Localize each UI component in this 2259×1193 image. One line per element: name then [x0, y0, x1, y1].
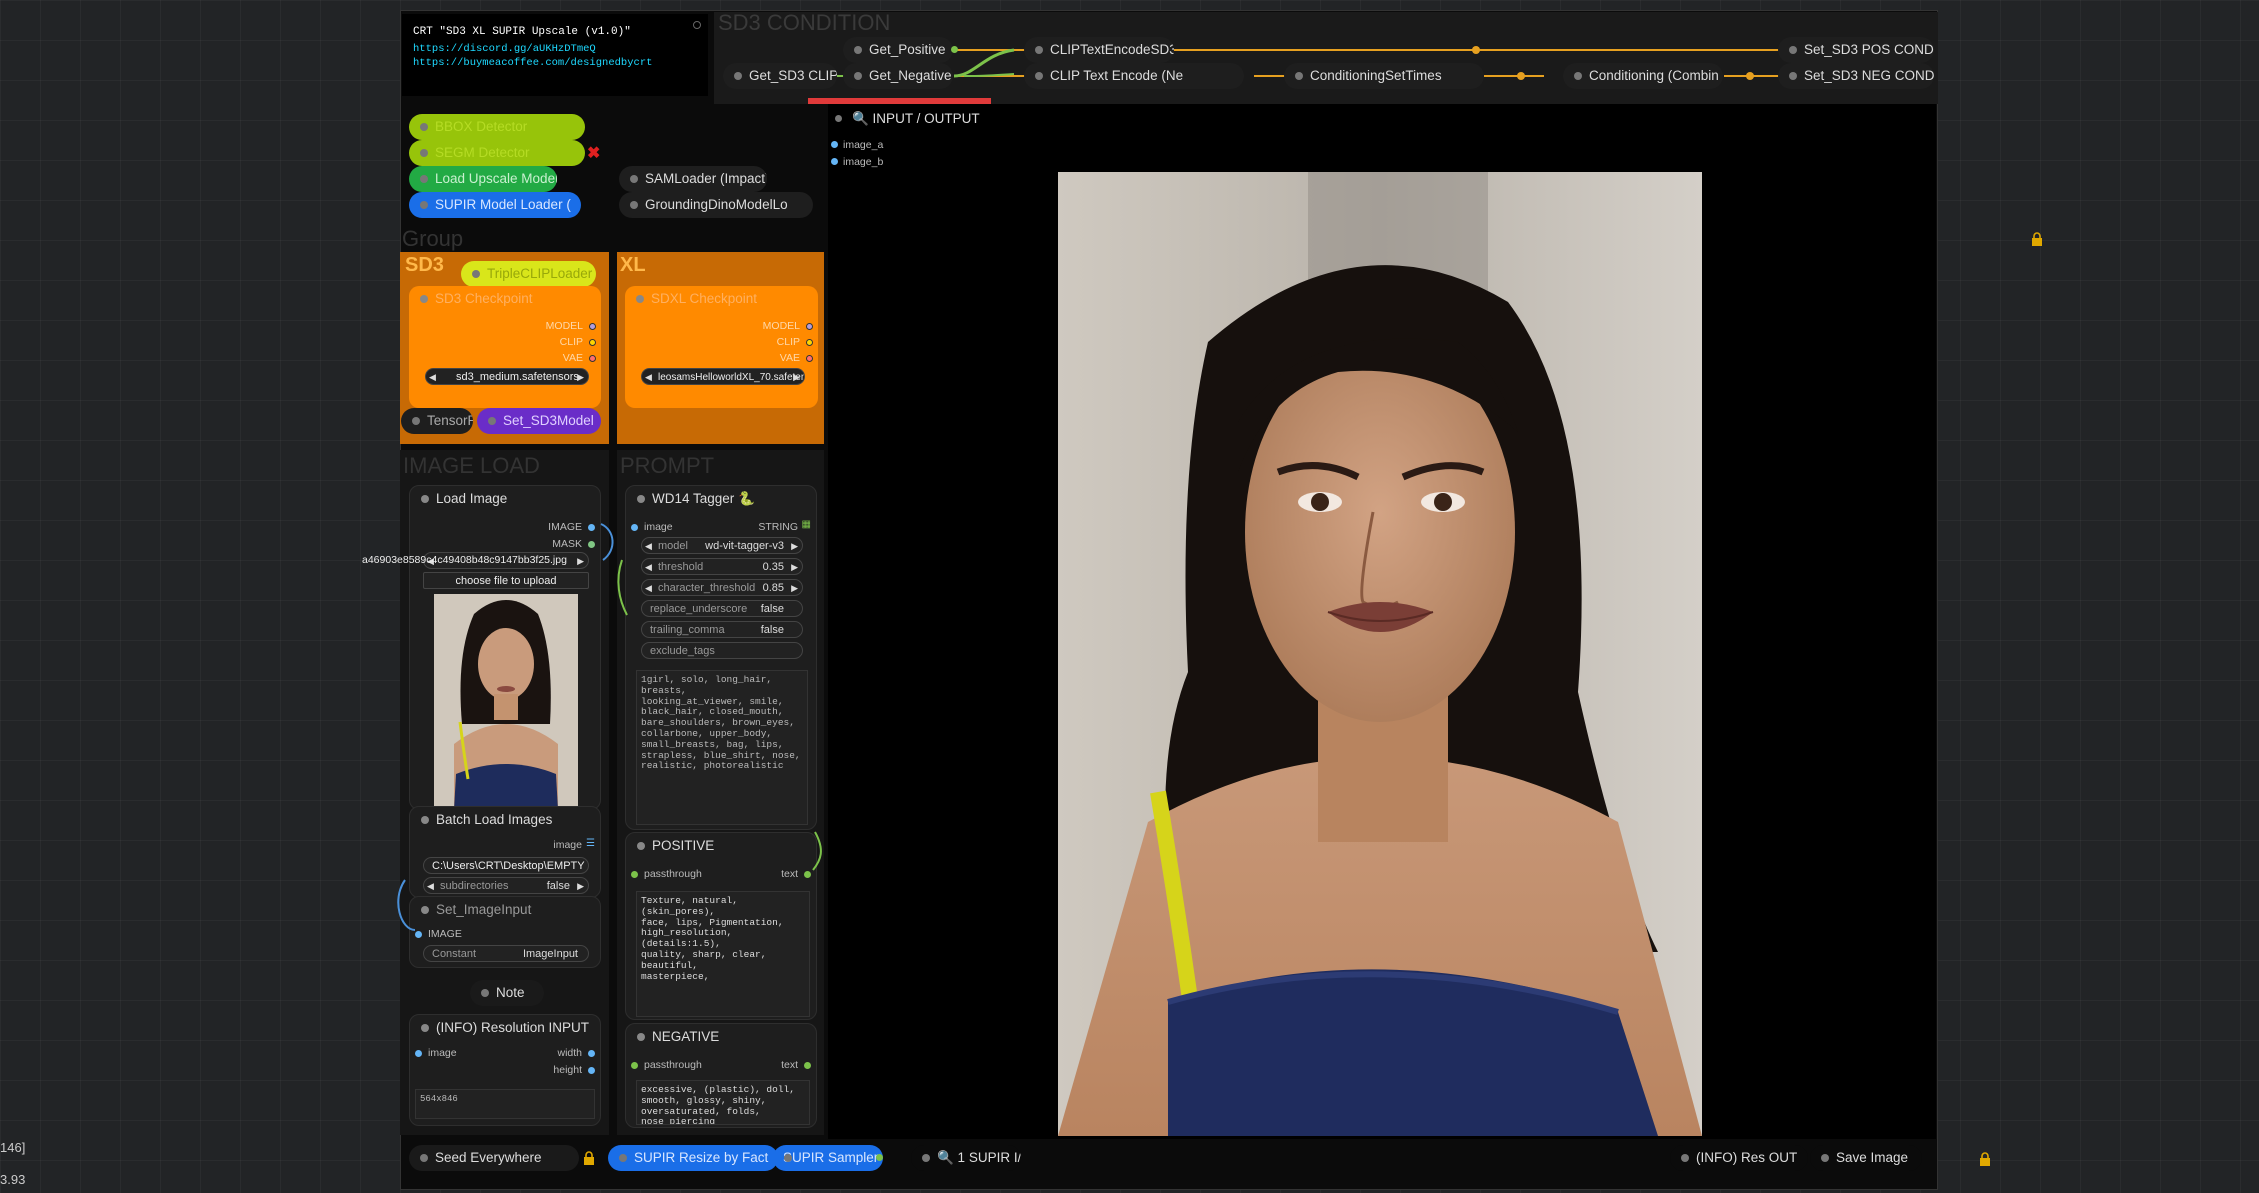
group-title: Group	[402, 226, 464, 251]
input-output-title: 🔍 INPUT / OUTPUT	[852, 111, 980, 126]
edge-label-a: 146]	[0, 1140, 26, 1155]
sdxl-checkpoint-node[interactable]: SDXL Checkpoint MODEL CLIP VAE leosamsHe…	[625, 286, 818, 408]
sd3-out-vae: VAE	[562, 352, 583, 364]
xl-out-vae: VAE	[779, 352, 800, 364]
workflow-info-note: CRT "SD3 XL SUPIR Upscale (v1.0)" https:…	[402, 14, 708, 96]
xl-vae-output[interactable]	[806, 355, 813, 362]
load-image-title: Load Image	[410, 486, 600, 512]
clip-text-encode-sd3-node[interactable]: CLIPTextEncodeSD3	[1024, 37, 1174, 63]
sd3-clip-output[interactable]	[589, 339, 596, 346]
load-upscale-model-node[interactable]: Load Upscale Model	[409, 166, 557, 192]
resolution-image-input[interactable]	[415, 1050, 422, 1057]
negative-prompt-node[interactable]: NEGATIVE passthrough text excessive, (pl…	[625, 1023, 817, 1128]
res-out-node[interactable]: (INFO) Res OUT	[1670, 1145, 1808, 1171]
edit-icon[interactable]	[692, 20, 702, 30]
resolution-height-output[interactable]	[588, 1067, 595, 1074]
prompt-group-title: PROMPT	[620, 453, 715, 478]
resolution-width-output[interactable]	[588, 1050, 595, 1057]
resolution-value-text: 564x846	[415, 1089, 595, 1119]
supir-io-node[interactable]: 🔍 1 SUPIR I/	[911, 1145, 1021, 1171]
negative-in-passthrough: passthrough	[644, 1059, 702, 1071]
discord-link[interactable]: https://discord.gg/aUKHzDTmeQ	[413, 43, 596, 55]
set-sd3model-node[interactable]: Set_SD3Model	[477, 408, 601, 434]
edge-label-b: 3.93	[0, 1172, 26, 1187]
io-in-image-a: image_a	[843, 139, 884, 151]
input-output-status-dot	[835, 115, 842, 122]
set-sd3-neg-cond-node[interactable]: Set_SD3 NEG COND	[1778, 63, 1934, 89]
sampler-output[interactable]	[876, 1154, 883, 1161]
xl-out-model: MODEL	[762, 320, 800, 332]
seed-everywhere-node[interactable]: Seed Everywhere	[409, 1145, 579, 1171]
snake-icon: 🐍	[738, 491, 755, 506]
lock-icon[interactable]	[583, 1151, 595, 1165]
get-positive-output[interactable]	[951, 46, 958, 53]
sd3-checkpoint-node[interactable]: SD3 Checkpoint MODEL CLIP VAE sd3_medium…	[409, 286, 601, 408]
xl-clip-output[interactable]	[806, 339, 813, 346]
xl-group-title: XL	[620, 254, 646, 276]
image-load-group-title: IMAGE LOAD	[403, 453, 540, 478]
xl-ckpt-select[interactable]: leosamsHelloworldXL_70.safetensors	[641, 368, 805, 385]
negative-text-output[interactable]	[804, 1062, 811, 1069]
workflow-title: CRT "SD3 XL SUPIR Upscale (v1.0)"	[413, 26, 631, 38]
save-image-node[interactable]: Save Image	[1810, 1145, 1922, 1171]
resolution-input-title: (INFO) Resolution INPUT	[410, 1015, 600, 1041]
negative-prompt-text[interactable]: excessive, (plastic), doll, smooth, glos…	[636, 1080, 810, 1125]
xl-model-output[interactable]	[806, 323, 813, 330]
clip-text-encode-negative-node[interactable]: CLIP Text Encode (Ne	[1024, 63, 1244, 89]
supir-resize-node[interactable]: SUPIR Resize by Fact	[608, 1145, 778, 1171]
resolution-in-image: image	[428, 1047, 457, 1059]
close-icon[interactable]: ✖	[587, 143, 600, 163]
constant-field[interactable]: Constant ImageInput	[423, 945, 589, 962]
sam-loader-node[interactable]: SAMLoader (Impact)	[619, 166, 767, 192]
sd3-out-clip: CLIP	[559, 336, 583, 348]
lock-icon[interactable]	[1979, 1152, 1991, 1166]
image-a-input[interactable]	[831, 141, 838, 148]
sd3-model-output[interactable]	[589, 323, 596, 330]
xl-out-clip: CLIP	[776, 336, 800, 348]
negative-title: NEGATIVE	[626, 1024, 816, 1050]
image-b-input[interactable]	[831, 158, 838, 165]
supir-sampler-node[interactable]: SUPIR Sampler	[773, 1145, 883, 1171]
supir-model-loader-node[interactable]: SUPIR Model Loader (	[409, 192, 581, 218]
resolution-out-height: height	[553, 1064, 582, 1076]
sd3-checkpoint-title: SD3 Checkpoint	[409, 286, 601, 312]
bbox-detector-node[interactable]: BBOX Detector	[409, 114, 585, 140]
wd14-tagger-title: WD14 Tagger 🐍	[626, 486, 816, 512]
sd3-ckpt-select[interactable]: sd3_medium.safetensors	[425, 368, 589, 385]
sd3-group-title: SD3	[405, 254, 444, 276]
tensorrt-node[interactable]: TensorRT	[401, 408, 473, 434]
comparison-image[interactable]	[1058, 172, 1702, 1136]
sd3-vae-output[interactable]	[589, 355, 596, 362]
resolution-input-node[interactable]: (INFO) Resolution INPUT image width heig…	[409, 1014, 601, 1126]
coffee-link[interactable]: https://buymeacoffee.com/designedbycrt	[413, 57, 652, 69]
io-in-image-b: image_b	[843, 156, 884, 168]
conditioning-set-times-node[interactable]: ConditioningSetTimes	[1284, 63, 1484, 89]
grounding-dino-loader-node[interactable]: GroundingDinoModelLo	[619, 192, 813, 218]
set-sd3-pos-cond-node[interactable]: Set_SD3 POS COND	[1778, 37, 1934, 63]
conditioning-combine-node[interactable]: Conditioning (Combin	[1563, 63, 1723, 89]
get-sd3-clip-node[interactable]: Get_SD3 CLIP	[723, 63, 837, 89]
note-node[interactable]: Note	[470, 980, 544, 1006]
get-negative-node[interactable]: Get_Negative	[843, 63, 953, 89]
sdxl-checkpoint-title: SDXL Checkpoint	[625, 286, 818, 312]
resolution-out-width: width	[557, 1047, 582, 1059]
sd3-out-model: MODEL	[545, 320, 583, 332]
segm-detector-node[interactable]: SEGM Detector	[409, 140, 585, 166]
negative-out-text: text	[781, 1059, 798, 1071]
negative-passthrough-input[interactable]	[631, 1062, 638, 1069]
get-positive-node[interactable]: Get_Positive	[843, 37, 953, 63]
left-wires	[397, 523, 822, 931]
lock-icon[interactable]	[2031, 232, 2043, 246]
triple-clip-loader-node[interactable]: TripleCLIPLoader	[461, 261, 596, 287]
